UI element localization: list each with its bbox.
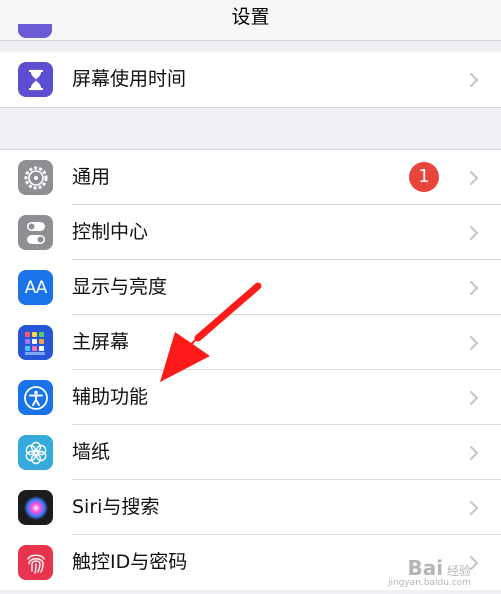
chevron-right-icon bbox=[470, 501, 479, 515]
settings-row-label: 触控ID与密码 bbox=[72, 551, 188, 573]
settings-row-general[interactable]: 通用 1 bbox=[0, 150, 501, 205]
navigation-bar: 设置 bbox=[0, 0, 501, 41]
settings-row-label: 墙纸 bbox=[72, 441, 111, 463]
settings-row-label: Siri与搜索 bbox=[72, 496, 160, 518]
group-divider bbox=[0, 107, 501, 108]
chevron-right-icon bbox=[470, 171, 479, 185]
siri-icon bbox=[18, 490, 53, 525]
settings-row-siri-search[interactable]: Siri与搜索 bbox=[0, 480, 501, 535]
chevron-right-icon bbox=[470, 226, 479, 240]
settings-row-label: 显示与亮度 bbox=[72, 276, 168, 298]
hourglass-icon bbox=[18, 62, 53, 97]
watermark-url: jingyan.baidu.com bbox=[387, 578, 471, 588]
settings-row-home-screen[interactable]: 主屏幕 bbox=[0, 315, 501, 370]
settings-row-label: 控制中心 bbox=[72, 221, 149, 243]
settings-row-label: 屏幕使用时间 bbox=[72, 68, 187, 90]
text-size-icon: AA bbox=[18, 270, 53, 305]
chevron-right-icon bbox=[470, 446, 479, 460]
gear-icon bbox=[18, 160, 53, 195]
home-grid-icon bbox=[18, 325, 53, 360]
page-title: 设置 bbox=[231, 6, 270, 28]
settings-row-display-brightness[interactable]: AA 显示与亮度 bbox=[0, 260, 501, 315]
settings-row-wallpaper[interactable]: 墙纸 bbox=[0, 425, 501, 480]
settings-row-label: 通用 bbox=[72, 166, 111, 188]
chevron-right-icon bbox=[470, 73, 479, 87]
notification-badge: 1 bbox=[409, 162, 439, 192]
watermark-brand: Bai bbox=[407, 556, 444, 580]
settings-row-control-center[interactable]: 控制中心 bbox=[0, 205, 501, 260]
watermark: Bai 经验 jingyan.baidu.com bbox=[388, 556, 471, 588]
flower-icon bbox=[18, 435, 53, 470]
chevron-right-icon bbox=[470, 281, 479, 295]
settings-row-label: 主屏幕 bbox=[72, 331, 130, 353]
settings-row-label: 辅助功能 bbox=[72, 386, 149, 408]
watermark-brand-suffix: 经验 bbox=[446, 564, 471, 578]
toggle-icon bbox=[18, 215, 53, 250]
chevron-right-icon bbox=[470, 391, 479, 405]
settings-group-main: 通用 1 控制中心 AA 显示与亮度 主屏幕 辅助功能 墙纸 Siri与搜索 触… bbox=[0, 150, 501, 590]
fingerprint-icon bbox=[18, 545, 53, 580]
settings-group-screen-time: 屏幕使用时间 bbox=[0, 52, 501, 107]
settings-row-accessibility[interactable]: 辅助功能 bbox=[0, 370, 501, 425]
partially-hidden-icon bbox=[18, 24, 52, 38]
text-size-icon-glyph: AA bbox=[24, 277, 48, 298]
accessibility-icon bbox=[18, 380, 53, 415]
settings-row-screen-time[interactable]: 屏幕使用时间 bbox=[0, 52, 501, 107]
chevron-right-icon bbox=[470, 336, 479, 350]
